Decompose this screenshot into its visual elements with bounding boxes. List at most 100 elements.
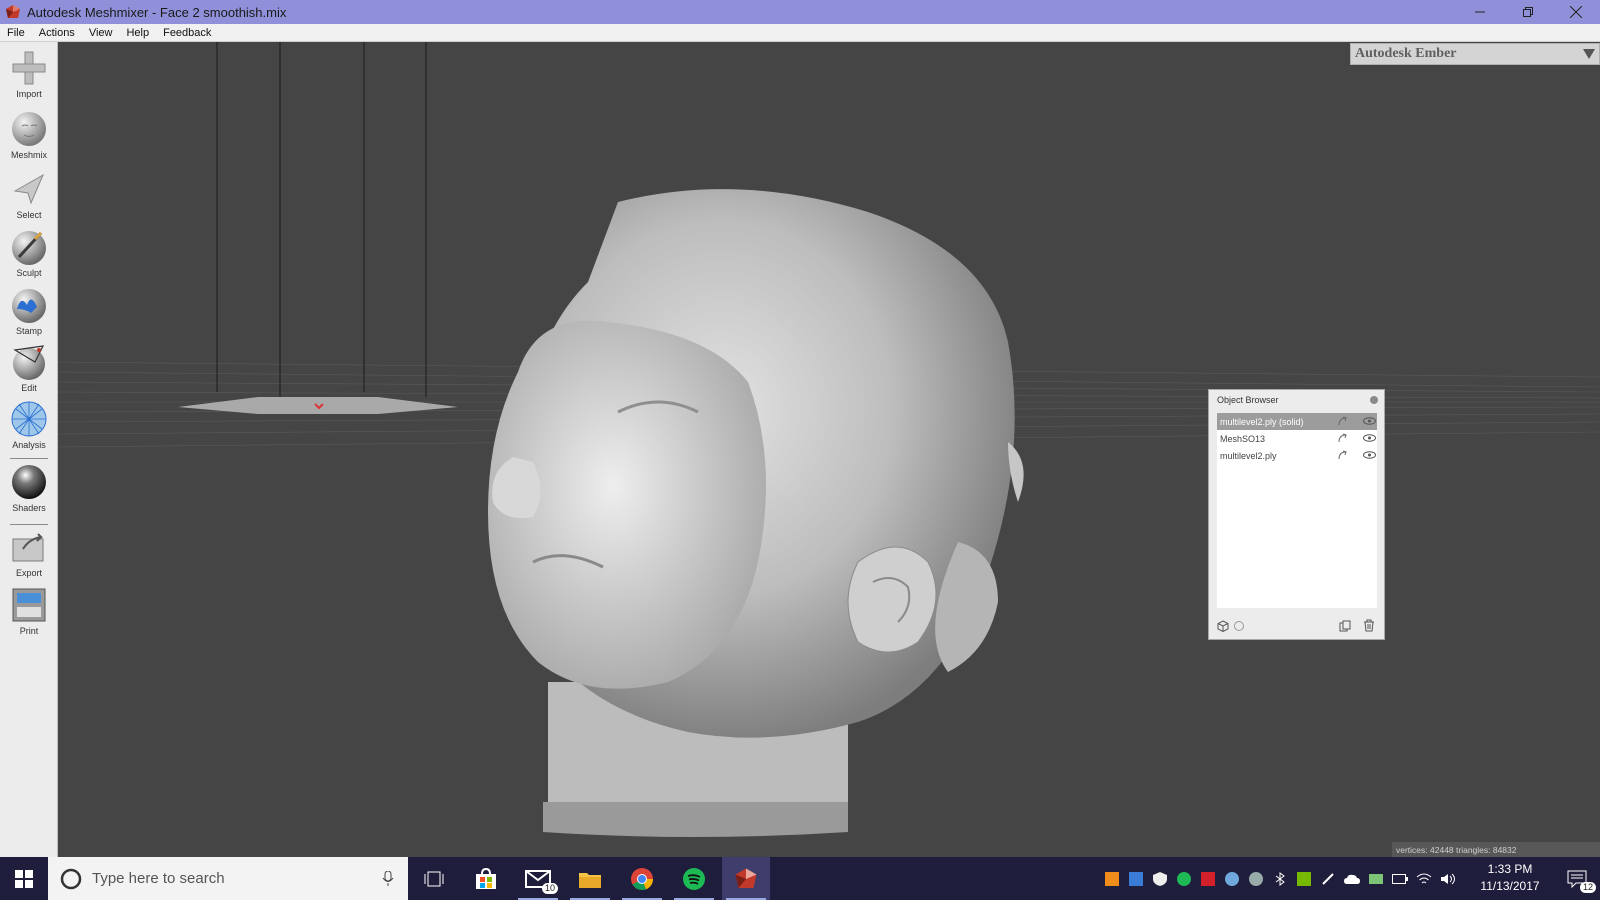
minimize-icon <box>1475 11 1485 13</box>
bluetooth-icon <box>1275 871 1285 886</box>
tray-onedrive[interactable] <box>1340 857 1364 900</box>
object-browser-title: Object Browser <box>1217 395 1279 405</box>
tray-adobe[interactable] <box>1196 857 1220 900</box>
stamp-icon <box>12 289 46 323</box>
tray-wifi[interactable] <box>1412 857 1436 900</box>
chevron-down-icon <box>1583 49 1595 59</box>
tray-app-blue[interactable] <box>1220 857 1244 900</box>
windows-logo-icon <box>15 869 33 888</box>
monitor-icon <box>1129 871 1143 886</box>
tool-edit[interactable]: Edit <box>0 342 58 398</box>
app-icon <box>1249 871 1263 886</box>
volume-icon <box>1441 873 1455 884</box>
eye-icon[interactable] <box>1363 434 1376 442</box>
tool-select[interactable]: Select <box>0 169 58 225</box>
pivot-icon[interactable] <box>1337 433 1347 444</box>
toolbar-divider <box>10 524 48 525</box>
printer-select-value: Autodesk Ember <box>1355 46 1457 61</box>
clock-date: 11/13/2017 <box>1480 879 1540 893</box>
shaders-icon <box>12 465 46 499</box>
wifi-icon <box>1416 873 1432 883</box>
trash-icon[interactable] <box>1363 619 1375 632</box>
object-list-item[interactable]: multilevel2.ply (solid) <box>1217 413 1377 430</box>
menu-view[interactable]: View <box>82 27 120 39</box>
cube-icon[interactable] <box>1217 620 1229 632</box>
tray-bluetooth[interactable] <box>1268 857 1292 900</box>
refresh-icon[interactable] <box>1233 620 1245 632</box>
eye-icon[interactable] <box>1363 451 1376 459</box>
java-update-icon <box>1105 871 1119 886</box>
start-button[interactable] <box>0 857 48 900</box>
restore-button[interactable] <box>1504 0 1552 24</box>
tool-label-import: Import <box>16 89 42 99</box>
menu-file[interactable]: File <box>0 27 32 39</box>
tool-shaders[interactable]: Shaders <box>0 462 58 518</box>
object-name: MeshSO13 <box>1220 433 1266 444</box>
spotify-tray-icon <box>1177 871 1191 886</box>
shield-icon <box>1153 871 1167 886</box>
tray-app-network-monitor[interactable] <box>1124 857 1148 900</box>
mail-badge: 10 <box>542 883 559 894</box>
eye-icon[interactable] <box>1363 417 1376 425</box>
taskbar-meshmixer[interactable] <box>722 857 770 900</box>
close-button[interactable] <box>1552 0 1600 24</box>
printer-select[interactable]: Autodesk Ember <box>1350 43 1600 65</box>
menu-bar: File Actions View Help Feedback <box>0 24 1600 42</box>
pivot-icon[interactable] <box>1337 450 1347 461</box>
menu-actions[interactable]: Actions <box>32 27 82 39</box>
taskbar-search[interactable]: Type here to search <box>48 857 408 900</box>
task-view-icon <box>424 871 444 886</box>
tray-battery[interactable] <box>1388 857 1412 900</box>
menu-feedback[interactable]: Feedback <box>156 27 218 39</box>
app-icon <box>1225 871 1239 886</box>
folder-icon <box>579 872 601 888</box>
build-volume <box>216 42 427 397</box>
tray-app-orange[interactable] <box>1100 857 1124 900</box>
tray-nvidia[interactable] <box>1292 857 1316 900</box>
tray-volume[interactable] <box>1436 857 1460 900</box>
action-center-button[interactable]: 12 <box>1554 857 1600 900</box>
taskbar-spotify[interactable] <box>670 857 718 900</box>
tool-import[interactable]: Import <box>0 48 58 104</box>
cortana-icon <box>60 868 82 889</box>
tool-label-export: Export <box>15 568 42 578</box>
tool-print[interactable]: Print <box>0 585 58 641</box>
store-icon <box>476 867 496 889</box>
taskbar-mail[interactable]: 10 <box>514 857 562 900</box>
taskbar-store[interactable] <box>462 857 510 900</box>
tray-spotify[interactable] <box>1172 857 1196 900</box>
tool-sculpt[interactable]: Sculpt <box>0 227 58 283</box>
tool-label-edit: Edit <box>21 383 37 393</box>
tray-app-grey[interactable] <box>1244 857 1268 900</box>
object-list-item[interactable]: multilevel2.ply <box>1217 447 1377 464</box>
task-view-button[interactable] <box>410 857 458 900</box>
tray-defender[interactable] <box>1148 857 1172 900</box>
pivot-icon[interactable] <box>1337 416 1347 427</box>
tool-analysis[interactable]: Analysis <box>0 399 58 455</box>
cloud-icon <box>1344 874 1360 884</box>
tray-security[interactable] <box>1364 857 1388 900</box>
close-panel-icon[interactable] <box>1370 396 1378 404</box>
taskbar-chrome[interactable] <box>618 857 666 900</box>
taskbar-clock[interactable]: 1:33 PM 11/13/2017 <box>1470 861 1550 895</box>
object-list-item[interactable]: MeshSO13 <box>1217 430 1377 447</box>
head-mesh[interactable] <box>488 189 1024 837</box>
menu-help[interactable]: Help <box>119 27 156 39</box>
taskbar-file-explorer[interactable] <box>566 857 614 900</box>
tool-label-stamp: Stamp <box>15 326 42 336</box>
system-tray <box>1100 857 1460 900</box>
mesh-stats: vertices: 42448 triangles: 84832 <box>1392 842 1600 857</box>
tool-export[interactable]: Export <box>0 527 58 583</box>
object-name: multilevel2.ply (solid) <box>1220 416 1304 427</box>
tool-meshmix[interactable]: Meshmix <box>0 109 58 165</box>
minimize-button[interactable] <box>1456 0 1504 24</box>
select-icon <box>13 173 45 205</box>
tool-label-print: Print <box>19 626 39 636</box>
microphone-icon[interactable] <box>382 871 394 887</box>
toolbar-divider <box>10 458 48 459</box>
print-icon <box>12 588 46 622</box>
edit-icon <box>13 345 45 380</box>
tray-pen[interactable] <box>1316 857 1340 900</box>
tool-stamp[interactable]: Stamp <box>0 285 58 341</box>
duplicate-icon[interactable] <box>1339 620 1351 632</box>
